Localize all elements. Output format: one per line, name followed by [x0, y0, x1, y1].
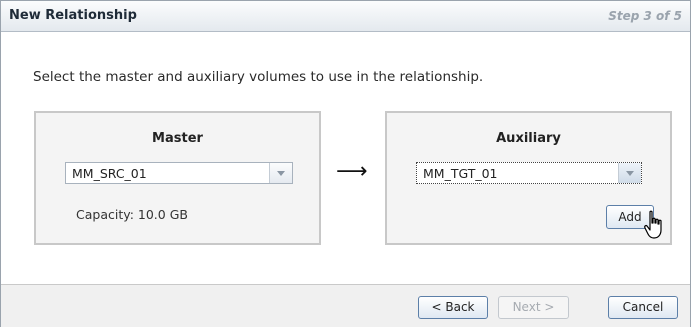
- auxiliary-heading: Auxiliary: [496, 131, 561, 146]
- right-arrow-icon: ⟶: [336, 159, 368, 184]
- chevron-down-icon[interactable]: [618, 163, 641, 183]
- master-capacity: Capacity: 10.0 GB: [76, 207, 188, 222]
- auxiliary-panel: Auxiliary MM_TGT_01 Add: [385, 111, 672, 245]
- cancel-button[interactable]: Cancel: [608, 296, 678, 319]
- next-button[interactable]: Next >: [498, 296, 569, 319]
- master-volume-value: MM_SRC_01: [72, 166, 147, 181]
- new-relationship-dialog: New Relationship Step 3 of 5 Select the …: [0, 0, 691, 327]
- dialog-titlebar: New Relationship Step 3 of 5: [1, 1, 690, 32]
- back-button[interactable]: < Back: [418, 296, 488, 319]
- auxiliary-volume-select[interactable]: MM_TGT_01: [416, 162, 642, 184]
- master-volume-select[interactable]: MM_SRC_01: [65, 162, 293, 184]
- dialog-title: New Relationship: [9, 8, 137, 23]
- auxiliary-volume-value: MM_TGT_01: [423, 166, 498, 181]
- master-panel: Master MM_SRC_01 Capacity: 10.0 GB: [34, 111, 321, 245]
- chevron-down-icon[interactable]: [269, 163, 292, 183]
- dialog-footer: < Back Next > Cancel: [1, 284, 690, 327]
- master-heading: Master: [152, 131, 203, 146]
- hand-pointer-icon: [644, 210, 662, 239]
- instruction-text: Select the master and auxiliary volumes …: [33, 69, 484, 85]
- step-indicator: Step 3 of 5: [608, 9, 682, 23]
